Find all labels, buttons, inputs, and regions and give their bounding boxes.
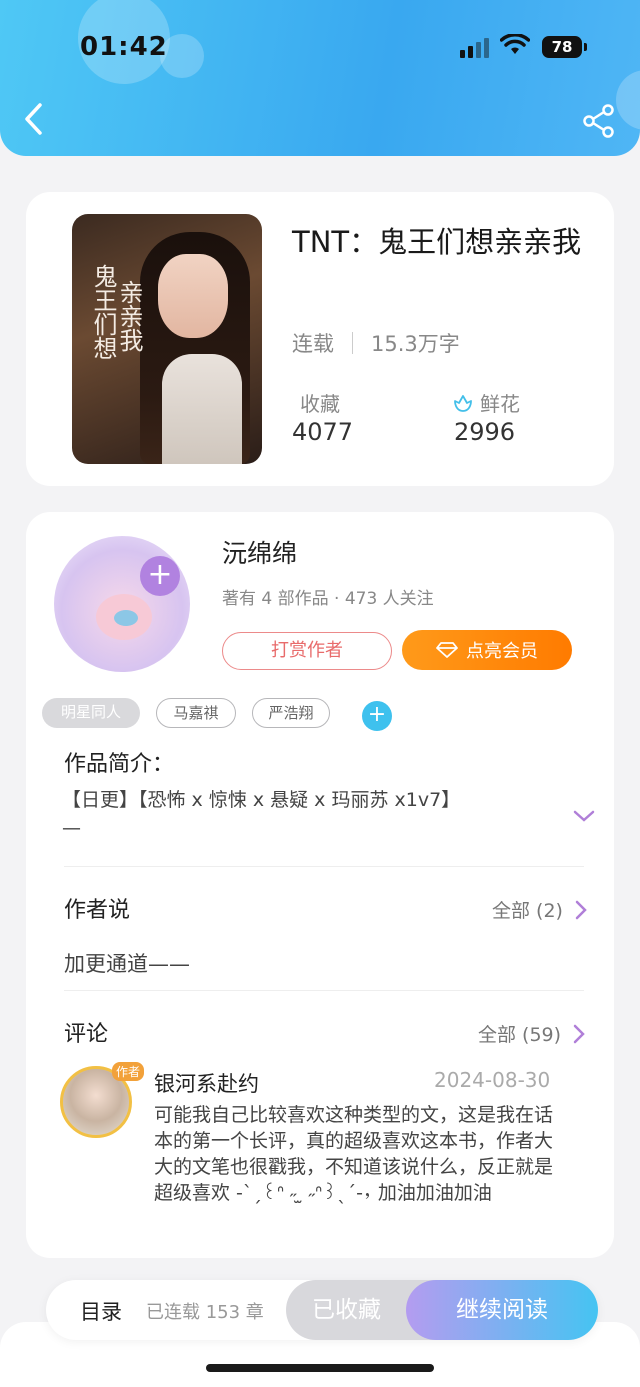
- follow-author-button[interactable]: +: [140, 556, 180, 596]
- tag-item[interactable]: 严浩翔: [252, 698, 330, 728]
- divider: [64, 866, 584, 867]
- cover-figure-face: [158, 254, 228, 338]
- author-say-all-link[interactable]: 全部 (2): [492, 896, 587, 923]
- flowers-stat[interactable]: 鲜花: [452, 388, 520, 417]
- book-status: 连载: [292, 332, 334, 356]
- author-name[interactable]: 沅绵绵: [222, 534, 297, 570]
- intro-title: 作品简介：: [64, 752, 175, 777]
- cover-title-right: 亲亲我: [115, 280, 143, 352]
- decorative-bubble: [616, 70, 640, 130]
- author-meta: 著有 4 部作品 · 473 人关注: [222, 589, 434, 609]
- comments-all-label: 全部 (59): [478, 1024, 562, 1046]
- intro-text: 【日更】【恐怖 x 惊悚 x 悬疑 x 玛丽苏 x1v7】 —: [62, 789, 461, 839]
- status-time: 01:42: [80, 32, 168, 62]
- back-icon[interactable]: [22, 102, 46, 136]
- signal-icon: [460, 38, 489, 58]
- tag-category[interactable]: 明星同人: [42, 698, 140, 728]
- favorites-value: 4077: [292, 418, 354, 446]
- share-icon[interactable]: [582, 104, 616, 138]
- tag-item[interactable]: 马嘉祺: [156, 698, 236, 728]
- book-title: TNT：鬼王们想亲亲我: [292, 225, 582, 259]
- meta-divider: [352, 332, 353, 354]
- vip-label: 点亮会员: [466, 641, 538, 662]
- top-header: 01:42 78: [0, 0, 640, 156]
- toc-button[interactable]: 目录: [80, 1296, 122, 1326]
- battery-indicator: 78: [542, 36, 582, 58]
- chevron-right-icon: [575, 900, 587, 919]
- commenter-name[interactable]: 银河系赴约: [154, 1068, 259, 1098]
- details-card: + 沅绵绵 著有 4 部作品 · 473 人关注 打赏作者 点亮会员 明星同人 …: [26, 512, 614, 1258]
- diamond-icon: [436, 642, 458, 658]
- comments-title: 评论: [64, 1022, 109, 1047]
- author-badge: 作者: [112, 1062, 145, 1081]
- favorites-label: 收藏: [300, 392, 340, 416]
- continue-reading-button[interactable]: 继续阅读: [406, 1280, 598, 1340]
- avatar-snout: [114, 610, 138, 626]
- comment-date: 2024-08-30: [434, 1068, 551, 1092]
- author-say-text: 加更通道——: [64, 952, 190, 976]
- cover-title-left: 鬼王们想: [89, 264, 117, 360]
- vip-button[interactable]: 点亮会员: [402, 630, 572, 670]
- author-say-all-label: 全部 (2): [492, 900, 563, 922]
- tip-author-button[interactable]: 打赏作者: [222, 632, 392, 670]
- book-cover[interactable]: 鬼王们想 亲亲我: [72, 214, 262, 464]
- comment-text: 可能我自己比较喜欢这种类型的文，这是我在话本的第一个长评，真的超级喜欢这本书，作…: [154, 1104, 554, 1204]
- serial-chapters: 已连载 153 章: [146, 1302, 264, 1323]
- battery-cap: [584, 43, 587, 51]
- flower-icon: [454, 394, 472, 412]
- author-say-title: 作者说: [64, 898, 131, 923]
- flowers-label: 鲜花: [480, 392, 520, 416]
- wifi-icon: [500, 34, 530, 54]
- home-indicator[interactable]: [206, 1364, 434, 1372]
- word-count: 15.3万字: [371, 332, 460, 356]
- book-info-card: 鬼王们想 亲亲我 TNT：鬼王们想亲亲我 连载 15.3万字 收藏 4077 鲜…: [26, 192, 614, 486]
- cover-figure-body: [162, 354, 242, 464]
- comments-all-link[interactable]: 全部 (59): [478, 1020, 585, 1047]
- chevron-down-icon[interactable]: [572, 808, 596, 824]
- flowers-value: 2996: [454, 418, 516, 446]
- bottom-action-bar: 目录 已连载 153 章 已收藏 继续阅读: [46, 1280, 598, 1340]
- add-tag-button[interactable]: +: [362, 701, 392, 731]
- divider: [64, 990, 584, 991]
- chevron-right-icon: [573, 1024, 585, 1043]
- book-meta: 连载 15.3万字: [292, 328, 460, 358]
